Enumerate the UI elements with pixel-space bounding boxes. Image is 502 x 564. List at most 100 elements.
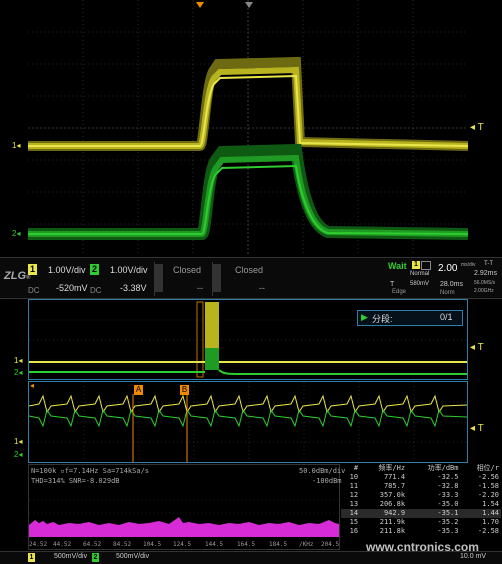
overview-trigger-level[interactable]: ◂ T <box>470 342 484 353</box>
fft-x-end: 204.5 <box>321 541 340 548</box>
timebase-scale: 2.00 <box>438 263 458 274</box>
fft-panel[interactable]: N=100k ▫f=7.14Hz Sa=714kSa/s THD=314% SN… <box>28 464 345 551</box>
ch4-label: Closed <box>235 265 264 275</box>
timebase-mode: Norm <box>440 290 455 296</box>
fft-harmonics-table: # 频率/Hz 功率/dBm 相位/r 10 771.4 -32.5 -2.56 11… <box>341 464 501 536</box>
bottom-ch1-badge[interactable]: 1 <box>28 553 35 562</box>
sample-time: 2.92ms <box>474 270 497 277</box>
sample-rate: 56.0MS/s <box>474 280 496 286</box>
ch3-value: -- <box>197 283 203 293</box>
acquisition-status[interactable]: Wait 1 Normal T 580mV Edge <box>388 261 436 295</box>
ch1-settings[interactable]: 1 DC 1.00V/div -520mV <box>28 262 90 296</box>
ch4-badge <box>213 264 221 292</box>
acq-state: Wait <box>388 261 407 271</box>
bottom-right-value: 10.0 mV <box>460 553 487 560</box>
ch2-scale: 1.00V/div <box>110 265 148 275</box>
fft-ref-level: -100dBm <box>312 477 342 485</box>
segment-indicator[interactable]: ▶ 分段: 0/1 <box>357 310 463 326</box>
status-bar: ZLG® 1 DC 1.00V/div -520mV 2 DC 1.00V/di… <box>0 257 502 299</box>
table-header-row: # 频率/Hz 功率/dBm 相位/r <box>341 464 501 473</box>
segment-label: 分段: <box>372 314 393 324</box>
fft-x-axis: 24.52 44.52 64.52 84.52 104.5 124.5 144.… <box>29 541 339 551</box>
timebase-delay: 28.0ms <box>440 281 463 288</box>
fft-tick: 104.5 <box>143 541 162 548</box>
timebase-settings[interactable]: 2.00 ms/div 28.0ms Norm <box>438 261 476 297</box>
ch1-offset: -520mV <box>56 283 88 293</box>
zoom-trigger-level[interactable]: ◂ T <box>470 423 484 434</box>
overview-ch2-marker[interactable]: 2◂ <box>14 368 22 377</box>
zoom-ch1-marker[interactable]: 1◂ <box>14 437 22 446</box>
bottom-ch1-scale[interactable]: 500mV/div <box>54 553 87 560</box>
fft-info-line2: THD=314% SNR=-8.029dB <box>31 477 120 485</box>
table-row[interactable]: 14 942.9 -35.1 1.44 <box>341 509 501 518</box>
ch2-badge: 2 <box>90 264 99 275</box>
trig-type: Edge <box>392 289 407 295</box>
ch2-settings[interactable]: 2 DC 1.00V/div -3.38V <box>90 262 152 296</box>
table-row[interactable]: 12 357.0k -33.3 -2.20 <box>341 491 501 500</box>
fft-tick: 44.52 <box>53 541 72 548</box>
fft-info-line1: N=100k ▫f=7.14Hz Sa=714kSa/s <box>31 467 150 475</box>
zlg-logo: ZLG® <box>4 270 31 282</box>
zoom-ch1-trace <box>29 394 467 414</box>
fft-x-unit: /KHz <box>299 541 314 548</box>
table-row[interactable]: 15 211.9k -35.2 1.70 <box>341 518 501 527</box>
zoom-ch2-marker[interactable]: 2◂ <box>14 450 22 459</box>
ch3-label: Closed <box>173 265 202 275</box>
play-icon: ▶ <box>361 312 368 322</box>
table-row[interactable]: 16 211.8k -35.3 -2.58 <box>341 527 501 536</box>
table-row[interactable]: 11 785.7 -32.8 -1.58 <box>341 482 501 491</box>
ch1-coupling: DC <box>28 286 40 295</box>
fft-tick: 84.52 <box>113 541 132 548</box>
col-phase: 相位/r <box>476 464 499 472</box>
ch4-value: -- <box>259 283 265 293</box>
delay-marker[interactable] <box>245 2 253 8</box>
ch1-scale: 1.00V/div <box>48 265 86 275</box>
overview-ch1-marker[interactable]: 1◂ <box>14 356 22 365</box>
trig-mode-icon <box>421 261 431 270</box>
zoom-left-marker[interactable]: ◂ <box>30 381 34 390</box>
col-frequency: 频率/Hz <box>378 464 406 472</box>
ch1-ground-marker[interactable]: 1◂ <box>12 141 20 150</box>
col-power: 功率/dBm <box>427 464 459 472</box>
timebase-unit: ms/div <box>461 262 476 268</box>
bottom-ch2-badge[interactable]: 2 <box>92 553 99 562</box>
ch1-badge: 1 <box>28 264 37 275</box>
zoom-ch2-trace <box>29 408 467 428</box>
segment-count: 0/1 <box>440 312 453 322</box>
trig-source-label: T <box>390 281 395 288</box>
sample-header: T-T <box>484 261 493 267</box>
trig-ch-badge: 1 <box>412 261 420 269</box>
fft-spectrum <box>29 499 339 537</box>
fft-tick: 144.5 <box>205 541 224 548</box>
table-row[interactable]: 10 771.4 -32.5 -2.56 <box>341 473 501 482</box>
ch2-ground-marker[interactable]: 2◂ <box>12 229 20 238</box>
fft-tick: 64.52 <box>83 541 102 548</box>
ch4-settings[interactable]: Closed -- <box>212 262 271 296</box>
sample-bw: 2.00GHz <box>474 288 494 294</box>
ch2-coupling: DC <box>90 286 102 295</box>
trigger-level-marker[interactable]: ◂ T <box>470 122 484 133</box>
fft-tick: 184.5 <box>269 541 288 548</box>
fft-tick: 24.52 <box>29 541 48 548</box>
acq-mode: Normal <box>410 271 430 277</box>
trig-level: 580mV <box>410 281 430 287</box>
col-index: # <box>353 464 359 472</box>
ch3-settings[interactable]: Closed -- <box>154 262 211 296</box>
zoom-waveform <box>29 382 467 462</box>
cursor-a-label[interactable]: A <box>134 385 143 395</box>
sample-info: T-T 2.92ms 56.0MS/s 2.00GHz <box>474 261 502 295</box>
zoom-panel[interactable]: A B <box>28 381 468 463</box>
fft-tick: 164.5 <box>237 541 256 548</box>
cursor-b-label[interactable]: B <box>180 385 189 395</box>
main-graticule <box>28 0 468 256</box>
ch3-badge <box>155 264 163 292</box>
ch2-offset: -3.38V <box>120 283 147 293</box>
bottom-ch2-scale[interactable]: 500mV/div <box>116 553 149 560</box>
main-waveform-area[interactable] <box>28 0 468 256</box>
overview-panel[interactable]: ▶ 分段: 0/1 <box>28 299 468 380</box>
fft-ref-scale: 50.0dBm/div <box>299 467 346 475</box>
table-row[interactable]: 13 206.8k -35.0 1.54 <box>341 500 501 509</box>
fft-tick: 124.5 <box>173 541 192 548</box>
trigger-position-marker[interactable] <box>196 2 204 8</box>
watermark: www.cntronics.com <box>366 540 479 554</box>
